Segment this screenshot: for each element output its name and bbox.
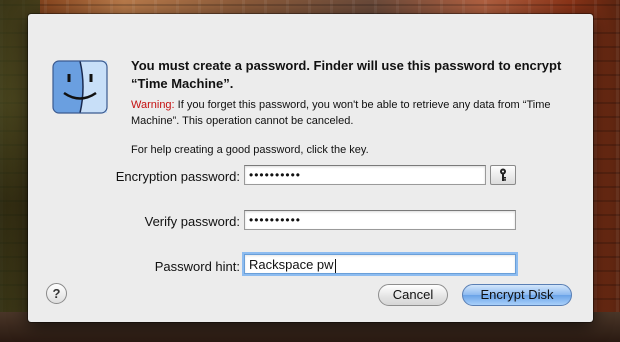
password-hint-field[interactable]: Rackspace pw [244,254,516,274]
key-icon [500,168,506,181]
warning-text: If you forget this password, you won't b… [131,99,551,127]
password-assistant-button[interactable] [490,165,516,185]
cancel-button[interactable]: Cancel [378,284,448,306]
warning-label: Warning: [131,99,175,111]
verify-password-field[interactable]: •••••••••• [244,210,516,230]
encryption-password-field[interactable]: •••••••••• [244,165,486,185]
help-button[interactable]: ? [46,283,67,304]
warning-message: Warning: If you forget this password, yo… [131,97,571,129]
encrypt-disk-button[interactable]: Encrypt Disk [462,284,572,306]
encryption-password-label: Encryption password: [115,169,240,184]
finder-icon [52,60,108,114]
help-text: For help creating a good password, click… [131,144,369,156]
password-hint-label: Password hint: [154,259,240,274]
text-caret [334,258,336,273]
verify-password-label: Verify password: [144,214,240,229]
password-hint-value: Rackspace pw [249,257,334,272]
encrypt-disk-dialog: You must create a password. Finder will … [28,14,593,322]
dialog-title: You must create a password. Finder will … [131,58,562,91]
